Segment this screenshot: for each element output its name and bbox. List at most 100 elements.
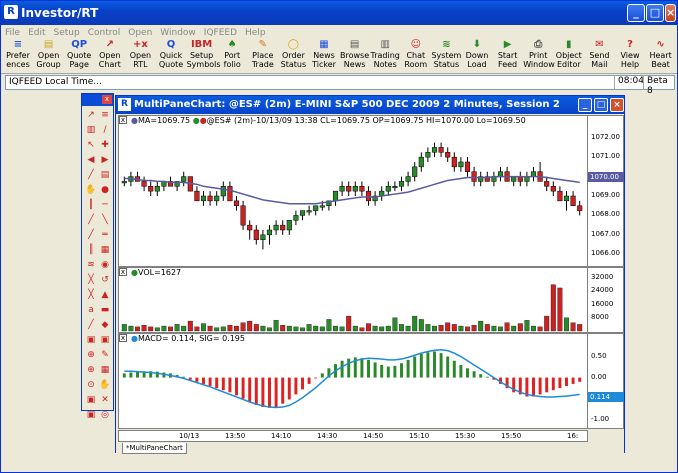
- drawing-tool-icon[interactable]: ┃: [84, 198, 98, 212]
- drawing-tool-icon[interactable]: ▦: [98, 363, 112, 377]
- drawing-tool-icon[interactable]: ═: [98, 228, 112, 242]
- toolbar-button-openchart[interactable]: ↗ Open Chart: [95, 38, 125, 74]
- toolbar-button-preferences[interactable]: ≡ Prefer ences: [3, 38, 33, 74]
- drawing-tool-icon[interactable]: ─: [98, 198, 112, 212]
- price-y-axis[interactable]: 1072.00 1071.00 1070.00 1069.00 1068.00 1067.…: [587, 116, 624, 266]
- volume-y-axis[interactable]: 32000 24000 16000 8000: [587, 268, 623, 332]
- volume-chart: [121, 284, 583, 332]
- time-axis[interactable]: 10/13 13:50 14:10 14:30 14:50 15:10 15:30 15:50…: [118, 430, 588, 442]
- drawing-tool-icon[interactable]: ◎: [98, 408, 112, 422]
- volume-bar: [128, 325, 134, 332]
- drawing-tool-icon[interactable]: ▲: [98, 288, 112, 302]
- toolbar-button-openrtl[interactable]: +x Open RTL: [125, 38, 155, 74]
- candle-body: [280, 224, 286, 231]
- drawing-tool-icon[interactable]: ╱: [84, 168, 98, 182]
- drawing-tool-icon[interactable]: ⊕: [84, 363, 98, 377]
- drawing-tool-icon[interactable]: ✋: [98, 378, 112, 392]
- drawing-tool-icon[interactable]: ▣: [84, 408, 98, 422]
- drawing-tool-icon[interactable]: ╲: [98, 213, 112, 227]
- toolbar-button-heartbeat[interactable]: ∿ Heart Beat: [646, 38, 676, 74]
- drawing-tool-icon[interactable]: ▶: [98, 153, 112, 167]
- drawing-tool-icon[interactable]: ╳: [84, 288, 98, 302]
- drawing-tool-icon[interactable]: ↗: [84, 108, 98, 122]
- drawing-tool-icon[interactable]: ≡: [98, 108, 112, 122]
- price-pane[interactable]: x ●MA=1069.75 ●●@ES# (2m)-10/13/09 13:38…: [118, 115, 624, 267]
- drawing-tool-icon[interactable]: ◀: [84, 153, 98, 167]
- toolbar-button-download[interactable]: ⬇ Down Load: [462, 38, 492, 74]
- volume-bar: [135, 326, 140, 332]
- drawing-tool-icon[interactable]: ║: [84, 243, 98, 257]
- toolbar-button-quickquote[interactable]: Q Quick Quote: [156, 38, 186, 74]
- drawing-tool-icon[interactable]: a: [84, 303, 98, 317]
- drawing-tool-icon[interactable]: ▥: [84, 123, 98, 137]
- chart-minimize-button[interactable]: _: [578, 98, 592, 112]
- drawing-tool-icon[interactable]: ⊙: [84, 378, 98, 392]
- drawing-tool-icon[interactable]: ↖: [84, 138, 98, 152]
- close-button[interactable]: ×: [665, 4, 676, 22]
- chart-tab[interactable]: *MultiPaneChart: [122, 443, 187, 454]
- volume-pane[interactable]: x ●VOL=1627 32000 24000 16000 8000: [118, 267, 624, 333]
- drawing-tool-icon[interactable]: ◆: [98, 318, 112, 332]
- drawing-tool-icon[interactable]: ⊕: [84, 348, 98, 362]
- maximize-button[interactable]: □: [646, 4, 664, 22]
- toolbar-label: Down Load: [465, 51, 489, 69]
- toolbar-label: Place Trade: [251, 51, 274, 69]
- drawing-tool-icon[interactable]: ▣: [84, 333, 98, 347]
- toolbar-button-browsenews[interactable]: ▤ Browse News: [340, 38, 370, 74]
- candle-body: [418, 156, 424, 168]
- chart-logo-icon: R: [118, 98, 131, 111]
- symbols-icon: IBM: [190, 39, 213, 50]
- toolbar-button-orderstatus[interactable]: ◯ Order Status: [278, 38, 308, 74]
- drawing-tool-icon[interactable]: ▦: [98, 243, 112, 257]
- toolbar-button-setupsymbols[interactable]: IBM Setup Symbols: [187, 38, 221, 74]
- candle-body: [425, 152, 431, 158]
- drawing-tool-icon[interactable]: ◉: [98, 258, 112, 272]
- candle-body: [319, 205, 325, 208]
- toolbar-button-quotepage[interactable]: QP Quote Page: [64, 38, 94, 74]
- toolbar-button-printwindow[interactable]: ⎙ Print Window: [523, 38, 555, 74]
- drawing-tool-icon[interactable]: ●: [98, 183, 112, 197]
- toolbar-button-chatroom[interactable]: ☺ Chat Room: [401, 38, 431, 74]
- chart-maximize-button[interactable]: □: [594, 98, 608, 112]
- candle-body: [293, 215, 299, 221]
- drawing-tool-icon[interactable]: ✎: [98, 348, 112, 362]
- minimize-button[interactable]: _: [627, 4, 645, 22]
- toolbar-button-portfolio[interactable]: ♠ Port folio: [217, 38, 247, 74]
- drawing-tool-icon[interactable]: ╳: [84, 273, 98, 287]
- candle-body: [141, 181, 147, 187]
- toolbar-button-systemstatus[interactable]: ≋ System Status: [431, 38, 461, 74]
- drawing-tool-icon[interactable]: ╱: [84, 228, 98, 242]
- price-chart: [121, 142, 583, 250]
- toolbar-button-objecteditor[interactable]: ▮ Object Editor: [554, 38, 584, 74]
- drawing-tool-icon[interactable]: ≋: [84, 258, 98, 272]
- macd-y-axis[interactable]: 0.500.00-0.50-1.000.114: [587, 334, 624, 428]
- drawing-tool-icon[interactable]: ╱: [84, 318, 98, 332]
- drawing-tool-icon[interactable]: ╱: [84, 213, 98, 227]
- candle-body: [346, 186, 352, 192]
- mail-icon: ✉: [595, 39, 604, 50]
- macd-pane[interactable]: x ●MACD= 0.114, SIG= 0.195 0.500.00-0.50…: [118, 333, 624, 429]
- toolbar-button-tradingnotes[interactable]: ▥ Trading Notes: [370, 38, 400, 74]
- drawing-tool-icon[interactable]: ✋: [84, 183, 98, 197]
- drawing-tool-icon[interactable]: ▬: [98, 303, 112, 317]
- drawing-tool-icon[interactable]: ✕: [98, 393, 112, 407]
- drawing-tool-icon[interactable]: ▣: [98, 333, 112, 347]
- toolbar-button-placetrade[interactable]: ✎ Place Trade: [248, 38, 278, 74]
- toolbar-button-newsticker[interactable]: ▦ News Ticker: [309, 38, 339, 74]
- toolbar-button-startfeed[interactable]: ▶ Start Feed: [493, 38, 523, 74]
- title-bar: R Investor/RT _ □ ×: [1, 1, 677, 25]
- drawing-tool-icon[interactable]: ✚: [98, 138, 112, 152]
- volume-bar: [227, 325, 233, 332]
- drawing-tool-icon[interactable]: ▤: [98, 168, 112, 182]
- volume-bar: [154, 327, 160, 332]
- drawing-tool-icon[interactable]: ↺: [98, 273, 112, 287]
- drawing-tool-icon[interactable]: /: [98, 123, 112, 137]
- candle-body: [181, 176, 187, 182]
- drawing-tool-icon[interactable]: ▣: [84, 393, 98, 407]
- candle-body: [332, 190, 339, 202]
- toolbar-button-sendmail[interactable]: ✉ Send Mail: [584, 38, 614, 74]
- toolbar-button-viewhelp[interactable]: ? View Help: [615, 38, 645, 74]
- chart-close-button[interactable]: ×: [610, 98, 624, 112]
- toolbar-button-opengroup[interactable]: ▤ Open Group: [34, 38, 64, 74]
- palette-close-button[interactable]: x: [102, 95, 112, 104]
